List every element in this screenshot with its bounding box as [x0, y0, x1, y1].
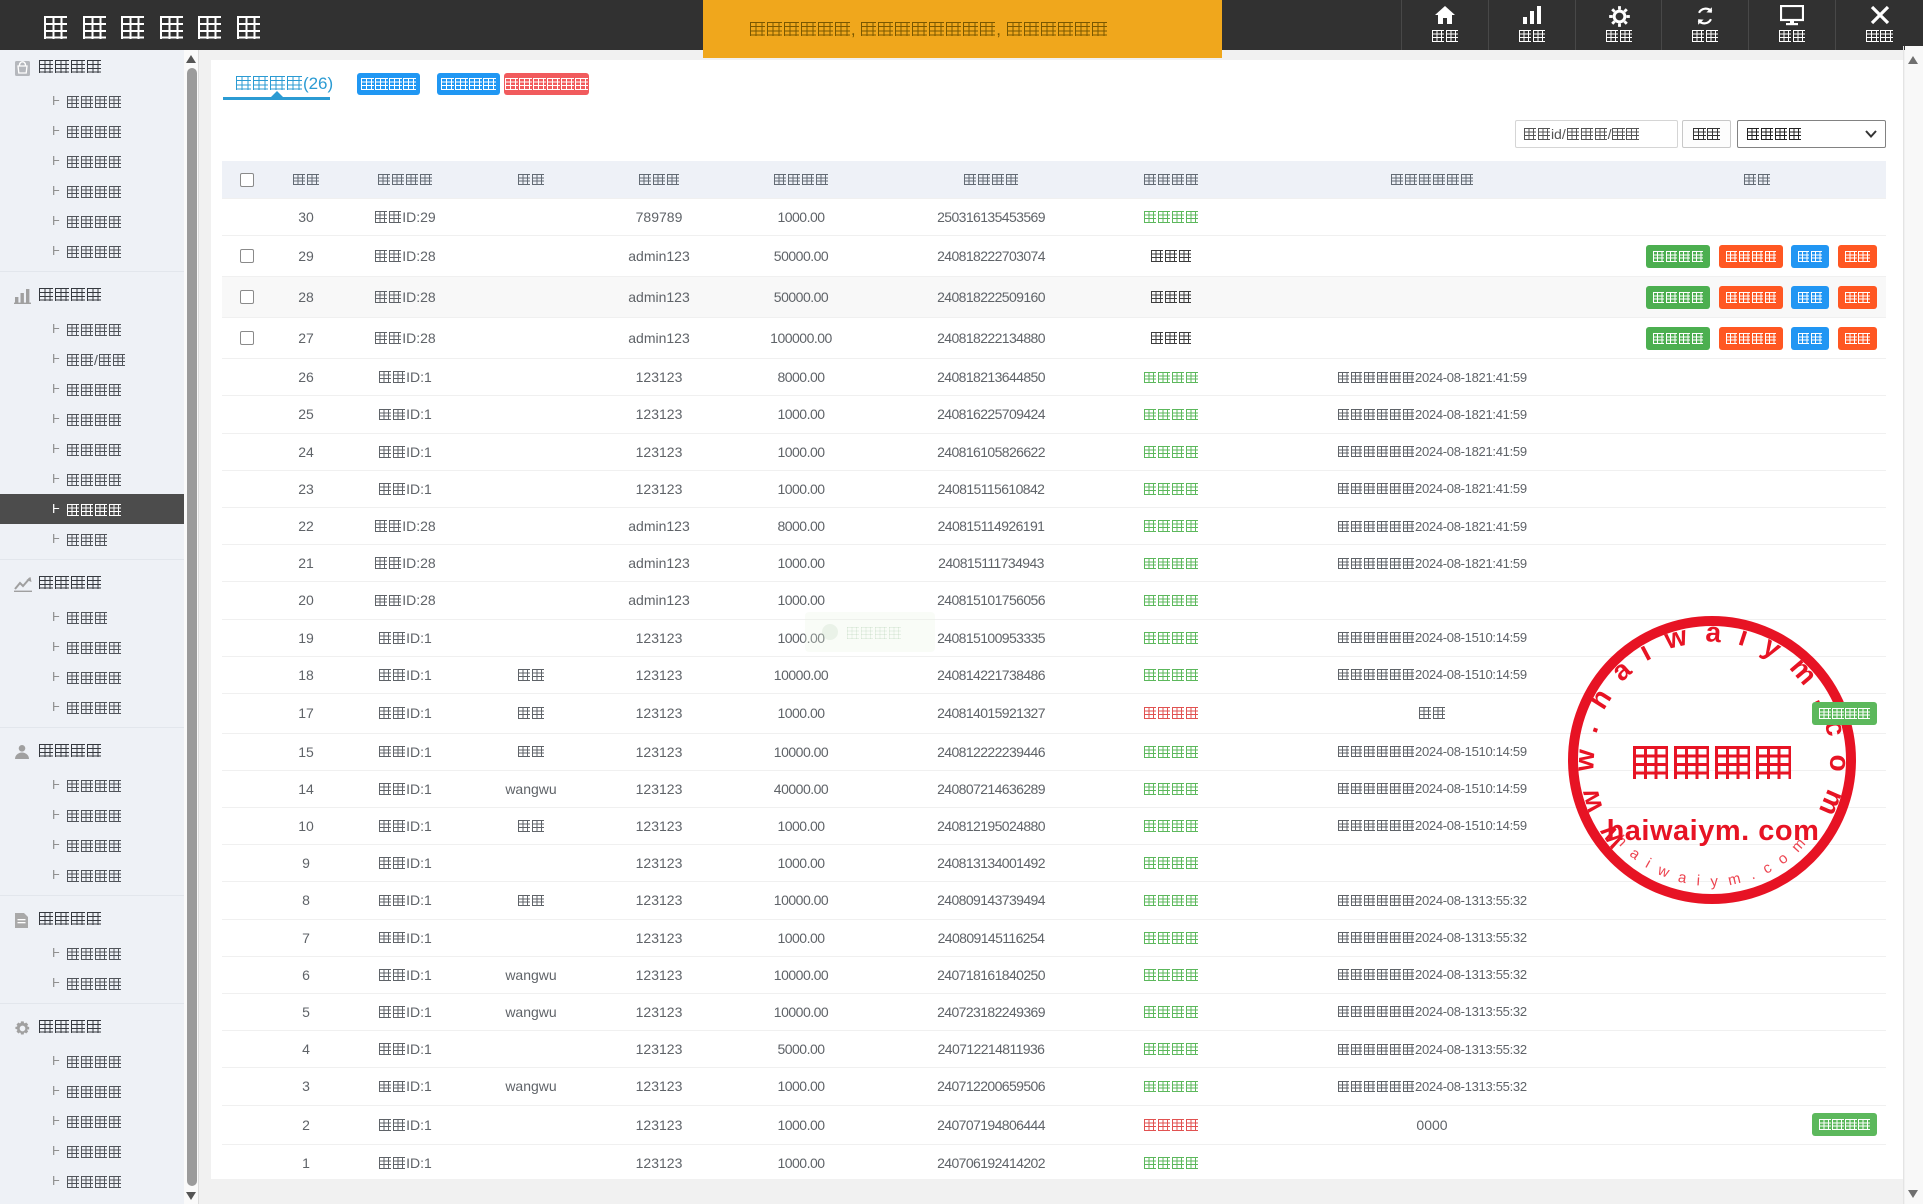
- svg-text:haiwaiym. com: haiwaiym. com: [1607, 815, 1820, 847]
